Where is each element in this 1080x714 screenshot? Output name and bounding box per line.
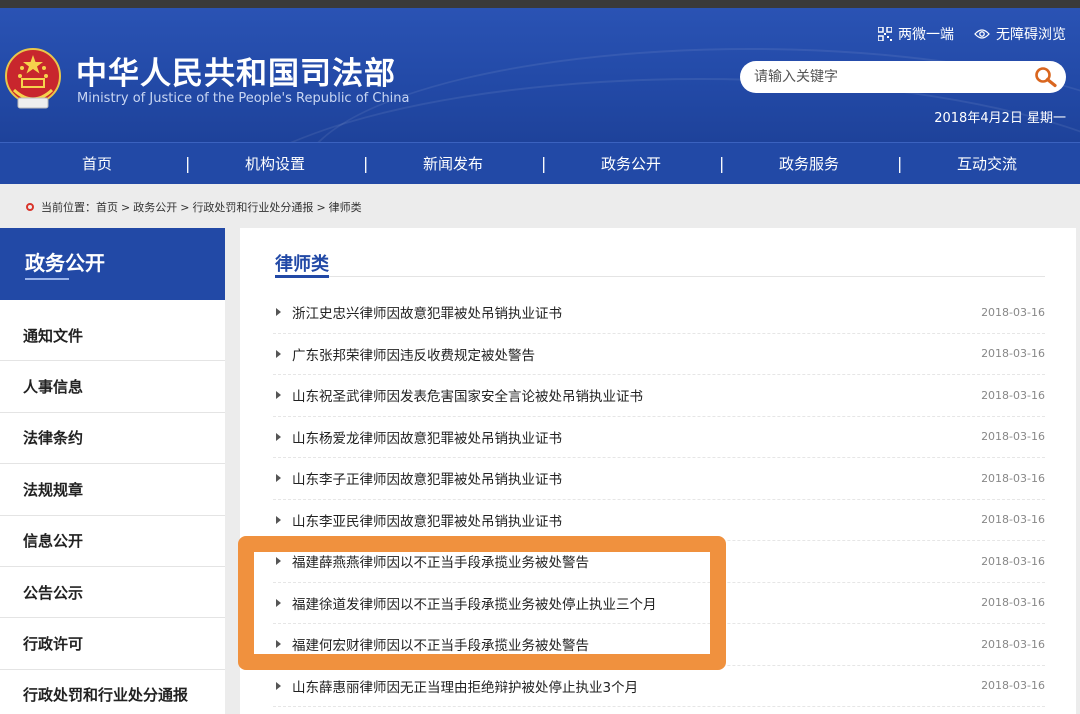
qrcode-icon	[878, 27, 892, 41]
top-links: 两微一端 无障碍浏览	[878, 24, 1066, 44]
list-item-date: 2018-03-16	[981, 596, 1045, 610]
bullet-triangle-icon	[276, 640, 281, 649]
breadcrumb-separator: >	[121, 200, 131, 214]
list-item-title[interactable]: 浙江史忠兴律师因故意犯罪被处吊销执业证书	[292, 302, 562, 322]
title-accent-bar	[275, 275, 329, 278]
site-header: 中华人民共和国司法部 Ministry of Justice of the Pe…	[0, 8, 1080, 142]
breadcrumb-separator: >	[316, 200, 326, 214]
top-strip	[0, 0, 1080, 8]
eye-icon	[974, 29, 990, 39]
nav-news[interactable]: 新闻发布	[364, 153, 542, 174]
search-icon	[1035, 67, 1057, 88]
breadcrumb-separator: >	[180, 200, 190, 214]
breadcrumb-penalty-notices[interactable]: 行政处罚和行业处分通报	[192, 199, 313, 215]
list-item-title[interactable]: 山东薛惠丽律师因无正当理由拒绝辩护被处停止执业3个月	[292, 676, 638, 696]
national-emblem-icon	[5, 48, 61, 109]
list-item[interactable]: 山东李子正律师因故意犯罪被处吊销执业证书 2018-03-16	[273, 458, 1045, 500]
list-item-title[interactable]: 山东杨爱龙律师因故意犯罪被处吊销执业证书	[292, 427, 562, 447]
list-item-date: 2018-03-16	[981, 430, 1045, 444]
list-item-date: 2018-03-16	[981, 554, 1045, 568]
list-item-date: 2018-03-16	[981, 388, 1045, 402]
article-list: 浙江史忠兴律师因故意犯罪被处吊销执业证书 2018-03-16 广东张邦荣律师因违…	[273, 292, 1045, 707]
list-item-title[interactable]: 福建徐道发律师因以不正当手段承揽业务被处停止执业三个月	[292, 593, 657, 613]
list-item-date: 2018-03-16	[981, 305, 1045, 319]
nav-government-services[interactable]: 政务服务	[720, 153, 898, 174]
sidebar-title-underline	[25, 278, 69, 280]
list-item-title[interactable]: 山东祝圣武律师因发表危害国家安全言论被处吊销执业证书	[292, 385, 643, 405]
list-item-date: 2018-03-16	[981, 347, 1045, 361]
sidebar-item-notices[interactable]: 通知文件	[0, 310, 225, 362]
list-item-title[interactable]: 山东李亚民律师因故意犯罪被处吊销执业证书	[292, 510, 562, 530]
sidebar-item-personnel[interactable]: 人事信息	[0, 361, 225, 413]
list-item[interactable]: 山东李亚民律师因故意犯罪被处吊销执业证书 2018-03-16	[273, 500, 1045, 541]
search-box	[740, 61, 1066, 93]
nav-interaction[interactable]: 互动交流	[898, 153, 1076, 174]
sidebar-item-regulations[interactable]: 法规规章	[0, 464, 225, 516]
site-title: 中华人民共和国司法部	[76, 56, 396, 92]
sidebar-item-penalty-notices[interactable]: 行政处罚和行业处分通报	[0, 670, 225, 714]
list-item[interactable]: 山东祝圣武律师因发表危害国家安全言论被处吊销执业证书 2018-03-16	[273, 375, 1045, 417]
sidebar: 政务公开 通知文件 人事信息 法律条约 法规规章 信息公开 公告公示 行政许可 …	[0, 228, 225, 714]
sidebar-list: 通知文件 人事信息 法律条约 法规规章 信息公开 公告公示 行政许可 行政处罚和…	[0, 310, 225, 714]
list-item-date: 2018-03-16	[981, 637, 1045, 651]
bullet-triangle-icon	[276, 681, 281, 690]
breadcrumb-prefix: 当前位置：	[41, 201, 96, 214]
sidebar-title: 政务公开	[25, 251, 105, 275]
list-item-title[interactable]: 广东张邦荣律师因违反收费规定被处警告	[292, 344, 535, 364]
list-item[interactable]: 山东薛惠丽律师因无正当理由拒绝辩护被处停止执业3个月 2018-03-16	[273, 666, 1045, 707]
list-item[interactable]: 广东张邦荣律师因违反收费规定被处警告 2018-03-16	[273, 334, 1045, 375]
list-item-title[interactable]: 福建薛燕燕律师因以不正当手段承揽业务被处警告	[292, 551, 589, 571]
bullet-triangle-icon	[276, 557, 281, 566]
nav-organization[interactable]: 机构设置	[186, 153, 364, 174]
nav-government-affairs[interactable]: 政务公开	[542, 153, 720, 174]
accessibility-link[interactable]: 无障碍浏览	[974, 24, 1066, 44]
current-date: 2018年4月2日 星期一	[934, 111, 1066, 126]
list-item[interactable]: 福建徐道发律师因以不正当手段承揽业务被处停止执业三个月 2018-03-16	[273, 583, 1045, 624]
sidebar-item-licensing[interactable]: 行政许可	[0, 618, 225, 670]
location-icon	[26, 203, 34, 211]
breadcrumb-government-affairs[interactable]: 政务公开	[133, 199, 177, 215]
bullet-triangle-icon	[276, 515, 281, 524]
bullet-triangle-icon	[276, 349, 281, 358]
sidebar-item-laws-treaties[interactable]: 法律条约	[0, 413, 225, 465]
title-divider	[275, 276, 1045, 277]
bullet-triangle-icon	[276, 432, 281, 441]
sidebar-header: 政务公开	[0, 228, 225, 300]
page-title: 律师类	[275, 254, 329, 275]
nav-home[interactable]: 首页	[8, 153, 186, 174]
list-item[interactable]: 福建何宏财律师因以不正当手段承揽业务被处警告 2018-03-16	[273, 624, 1045, 666]
sidebar-item-announcements[interactable]: 公告公示	[0, 567, 225, 619]
site-subtitle: Ministry of Justice of the People's Repu…	[77, 91, 410, 106]
sidebar-item-info-disclosure[interactable]: 信息公开	[0, 516, 225, 567]
breadcrumb-lawyers[interactable]: 律师类	[329, 199, 362, 215]
wechat-weibo-app-label: 两微一端	[898, 27, 954, 43]
wechat-weibo-app-link[interactable]: 两微一端	[878, 24, 954, 44]
list-item-date: 2018-03-16	[981, 471, 1045, 485]
list-item-title[interactable]: 山东李子正律师因故意犯罪被处吊销执业证书	[292, 468, 562, 488]
bullet-triangle-icon	[276, 474, 281, 483]
list-item-title[interactable]: 福建何宏财律师因以不正当手段承揽业务被处警告	[292, 634, 589, 654]
bullet-triangle-icon	[276, 598, 281, 607]
search-button[interactable]	[1026, 61, 1066, 93]
list-item[interactable]: 山东杨爱龙律师因故意犯罪被处吊销执业证书 2018-03-16	[273, 417, 1045, 458]
accessibility-label: 无障碍浏览	[996, 27, 1066, 43]
list-item-date: 2018-03-16	[981, 513, 1045, 527]
breadcrumb: 当前位置： 首页 > 政务公开 > 行政处罚和行业处分通报 > 律师类	[26, 199, 362, 215]
bullet-triangle-icon	[276, 391, 281, 400]
list-item-date: 2018-03-16	[981, 679, 1045, 693]
bullet-triangle-icon	[276, 308, 281, 317]
search-input[interactable]	[740, 69, 1026, 85]
list-item[interactable]: 浙江史忠兴律师因故意犯罪被处吊销执业证书 2018-03-16	[273, 292, 1045, 334]
main-content: 律师类 浙江史忠兴律师因故意犯罪被处吊销执业证书 2018-03-16 广东张邦荣…	[240, 228, 1080, 714]
list-item[interactable]: 福建薛燕燕律师因以不正当手段承揽业务被处警告 2018-03-16	[273, 541, 1045, 583]
page-edge	[1076, 228, 1080, 714]
breadcrumb-home[interactable]: 首页	[96, 199, 118, 215]
main-nav: 首页 | 机构设置 | 新闻发布 | 政务公开 | 政务服务 | 互动交流	[0, 142, 1080, 184]
breadcrumb-bar: 当前位置： 首页 > 政务公开 > 行政处罚和行业处分通报 > 律师类	[0, 184, 1080, 228]
